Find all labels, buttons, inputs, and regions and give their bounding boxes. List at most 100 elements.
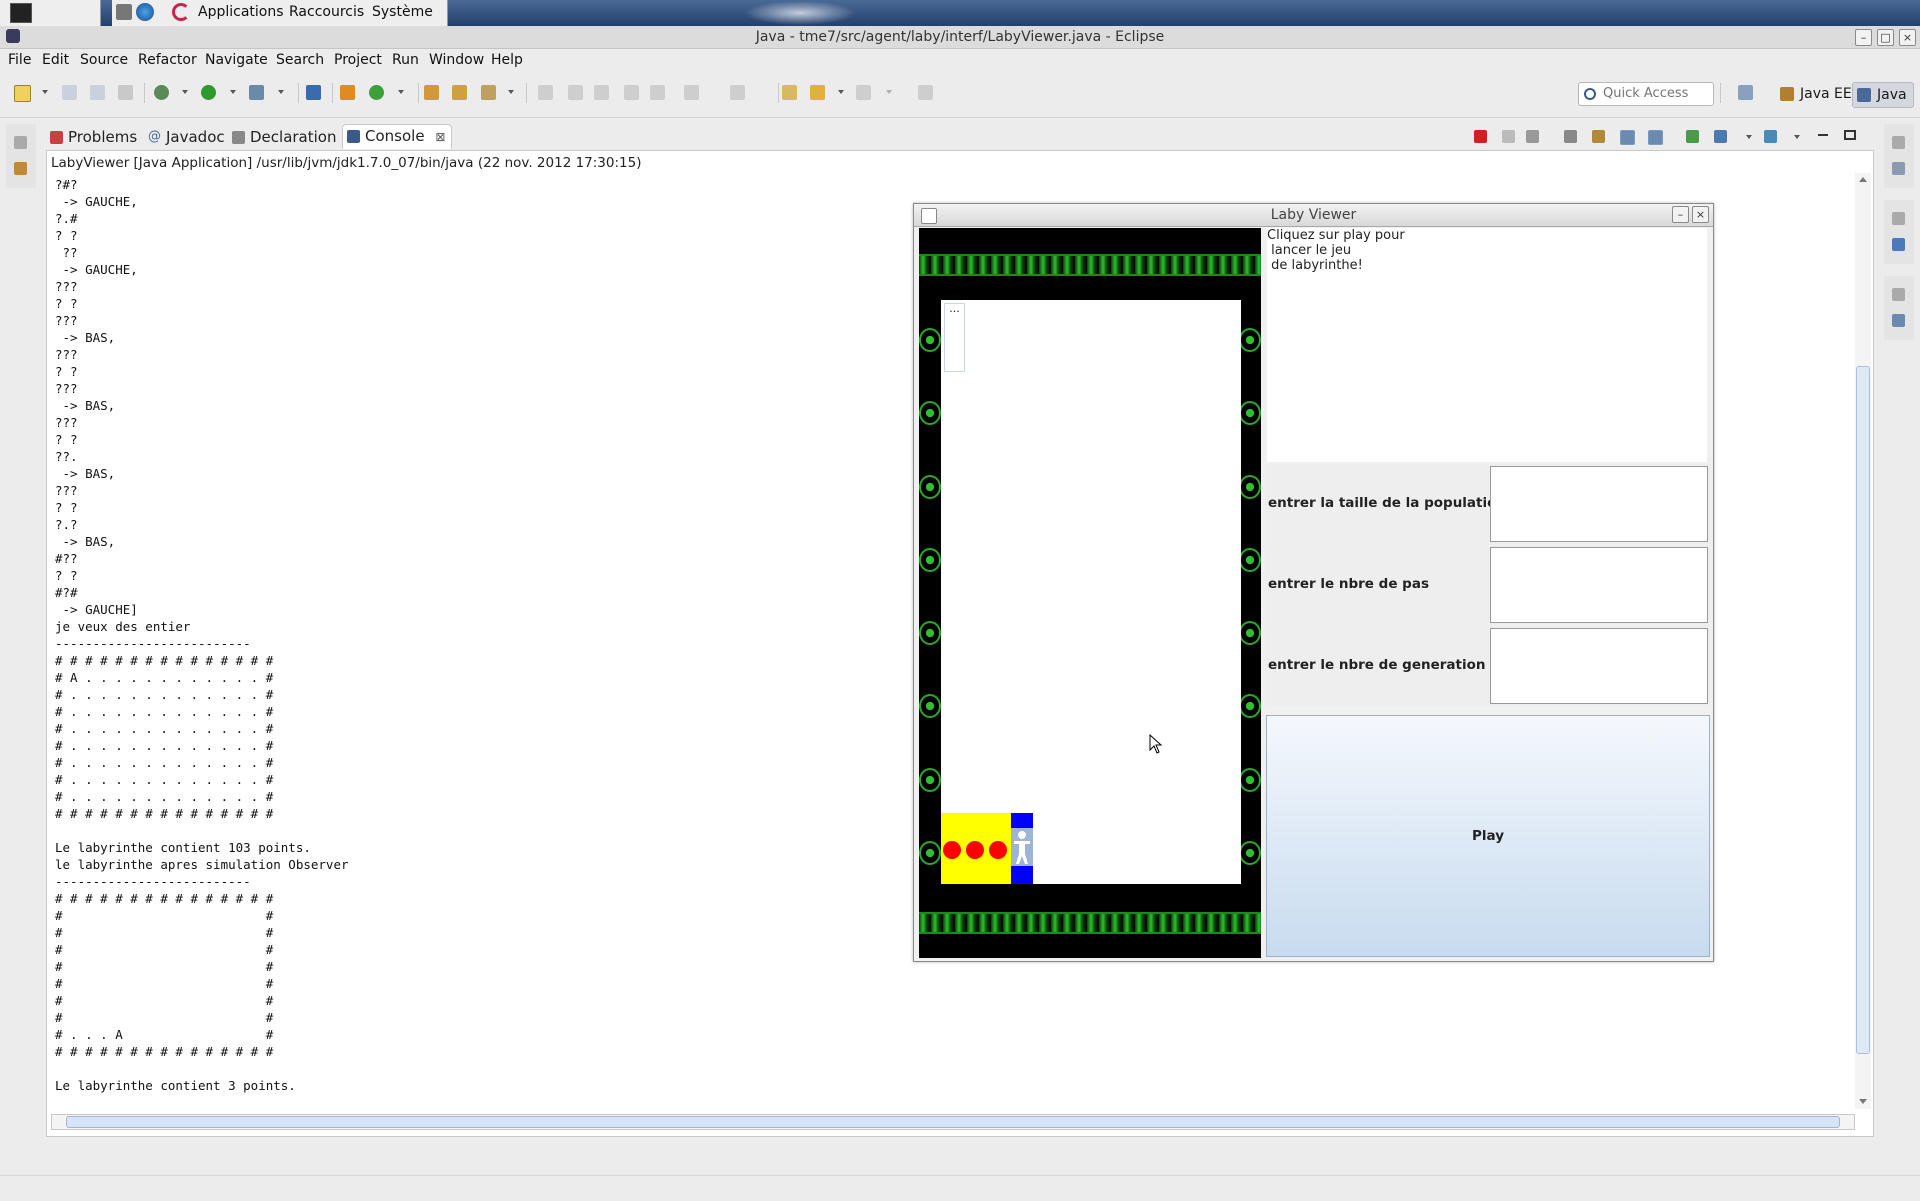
remove-all-terminated-icon[interactable] — [1526, 130, 1539, 143]
minimize-window-button[interactable]: – — [1855, 29, 1872, 46]
menu-source[interactable]: Source — [80, 52, 128, 68]
display-selected-console-icon[interactable] — [1714, 130, 1727, 143]
whitespace-icon[interactable] — [684, 85, 699, 100]
console-horizontal-scrollbar[interactable] — [51, 1114, 1855, 1130]
minimize-view-icon[interactable] — [1818, 134, 1828, 136]
run-dropdown-arrow[interactable] — [230, 90, 236, 94]
laby-viewer-title-bar[interactable]: Laby Viewer – × — [914, 204, 1713, 227]
display-console-dropdown-arrow[interactable] — [1746, 135, 1752, 139]
close-tab-icon[interactable]: ⊠ — [435, 130, 445, 144]
debug-icon[interactable] — [154, 85, 169, 100]
quick-access-input[interactable] — [1601, 85, 1711, 102]
terminate-icon[interactable] — [1474, 130, 1487, 143]
new-class-dropdown-arrow[interactable] — [398, 90, 404, 94]
menu-run[interactable]: Run — [392, 52, 419, 68]
pin-console-icon[interactable] — [1686, 130, 1699, 143]
restore-icon[interactable] — [1892, 136, 1905, 149]
previous-annotation-icon[interactable] — [594, 85, 609, 100]
maze-small-label: ... — [944, 303, 965, 372]
menu-project[interactable]: Project — [334, 52, 382, 68]
computer-icon[interactable] — [116, 4, 132, 20]
vertical-scroll-thumb[interactable] — [1856, 366, 1870, 1054]
menu-edit[interactable]: Edit — [42, 52, 69, 68]
new-java-project-icon[interactable] — [340, 85, 355, 100]
show-on-stderr-icon[interactable] — [1648, 130, 1663, 145]
horizontal-scroll-thumb[interactable] — [66, 1116, 1840, 1128]
generations-input[interactable] — [1490, 628, 1708, 704]
menu-search[interactable]: Search — [276, 52, 324, 68]
forward-icon[interactable] — [856, 85, 871, 100]
quick-access-box[interactable] — [1578, 82, 1714, 106]
save-all-icon[interactable] — [90, 85, 105, 100]
maximize-window-button[interactable]: □ — [1877, 29, 1894, 46]
maximize-view-icon[interactable] — [1844, 130, 1856, 140]
tab-declaration[interactable]: Declaration — [232, 126, 336, 148]
perspective-java-ee[interactable]: Java EE — [1776, 82, 1858, 106]
scroll-lock-icon[interactable] — [1592, 130, 1605, 143]
menu-window[interactable]: Window — [429, 52, 484, 68]
open-console-dropdown-arrow[interactable] — [1794, 135, 1800, 139]
menu-help[interactable]: Help — [491, 52, 523, 68]
panel-menu-applications[interactable]: Applications — [198, 4, 284, 20]
clear-console-icon[interactable] — [1564, 130, 1577, 143]
maze-wall-left — [919, 694, 941, 718]
restore-icon[interactable] — [1892, 288, 1905, 301]
search-toolbar-icon[interactable] — [481, 85, 496, 100]
search-dropdown-arrow[interactable] — [508, 90, 514, 94]
new-dropdown-arrow[interactable] — [42, 90, 48, 94]
new-icon[interactable] — [14, 85, 31, 102]
external-tools-dropdown-arrow[interactable] — [278, 90, 284, 94]
menu-navigate[interactable]: Navigate — [205, 52, 268, 68]
open-perspective-icon[interactable] — [1738, 85, 1753, 100]
play-button[interactable]: Play — [1266, 715, 1710, 957]
new-class-icon[interactable] — [369, 85, 384, 100]
menu-file[interactable]: File — [8, 52, 31, 68]
package-explorer-icon[interactable] — [14, 162, 27, 175]
menu-refactor[interactable]: Refactor — [138, 52, 197, 68]
steps-input[interactable] — [1490, 547, 1708, 623]
outline-icon[interactable] — [1892, 238, 1905, 251]
external-tools-icon[interactable] — [249, 85, 264, 100]
tab-javadoc[interactable]: @ Javadoc — [148, 126, 225, 148]
close-window-button[interactable]: × — [1899, 29, 1916, 46]
block-selection-icon[interactable] — [650, 85, 665, 100]
back-dropdown-arrow[interactable] — [838, 90, 844, 94]
console-output[interactable]: ?#? -> GAUCHE, ?.# ? ? ?? -> GAUCHE, ???… — [55, 176, 349, 1094]
open-console-icon[interactable] — [918, 85, 933, 100]
open-resource-icon[interactable] — [452, 85, 467, 100]
tab-problems-label: Problems — [68, 128, 138, 146]
pin-editor-icon[interactable] — [624, 85, 639, 100]
open-console-view-icon[interactable] — [1764, 130, 1777, 143]
restore-icon[interactable] — [14, 136, 27, 149]
debug-dropdown-arrow[interactable] — [182, 90, 188, 94]
browser-icon[interactable] — [136, 3, 154, 21]
remove-launch-icon[interactable] — [1502, 130, 1515, 143]
save-icon[interactable] — [62, 85, 77, 100]
next-annotation-icon[interactable] — [568, 85, 583, 100]
perspective-java[interactable]: Java — [1852, 82, 1914, 108]
laby-minimize-button[interactable]: – — [1672, 206, 1689, 223]
restore-icon[interactable] — [1892, 212, 1905, 225]
toggle-breakpoint-icon[interactable] — [306, 85, 321, 100]
population-input[interactable] — [1490, 466, 1708, 542]
open-type-icon[interactable] — [424, 85, 439, 100]
hierarchy-icon[interactable] — [1892, 314, 1905, 327]
forward-dropdown-arrow[interactable] — [886, 90, 892, 94]
scroll-up-arrow[interactable] — [1859, 177, 1867, 182]
last-edit-icon[interactable] — [782, 85, 797, 100]
task-list-icon[interactable] — [1892, 162, 1905, 175]
scroll-down-arrow[interactable] — [1859, 1099, 1867, 1104]
back-icon[interactable] — [810, 85, 825, 100]
panel-menu-raccourcis[interactable]: Raccourcis — [289, 4, 364, 20]
laby-close-button[interactable]: × — [1692, 206, 1709, 223]
panel-menu-systeme[interactable]: Système — [372, 4, 433, 20]
annotation-icon[interactable] — [538, 85, 553, 100]
tab-console[interactable]: Console ⊠ — [342, 124, 453, 149]
show-source-icon[interactable] — [730, 85, 745, 100]
run-icon[interactable] — [201, 85, 216, 100]
terminal-launcher[interactable] — [0, 0, 101, 26]
show-on-stdout-icon[interactable] — [1620, 130, 1635, 145]
console-vertical-scrollbar[interactable] — [1855, 173, 1871, 1109]
print-icon[interactable] — [118, 85, 133, 100]
tab-problems[interactable]: Problems — [50, 126, 137, 148]
